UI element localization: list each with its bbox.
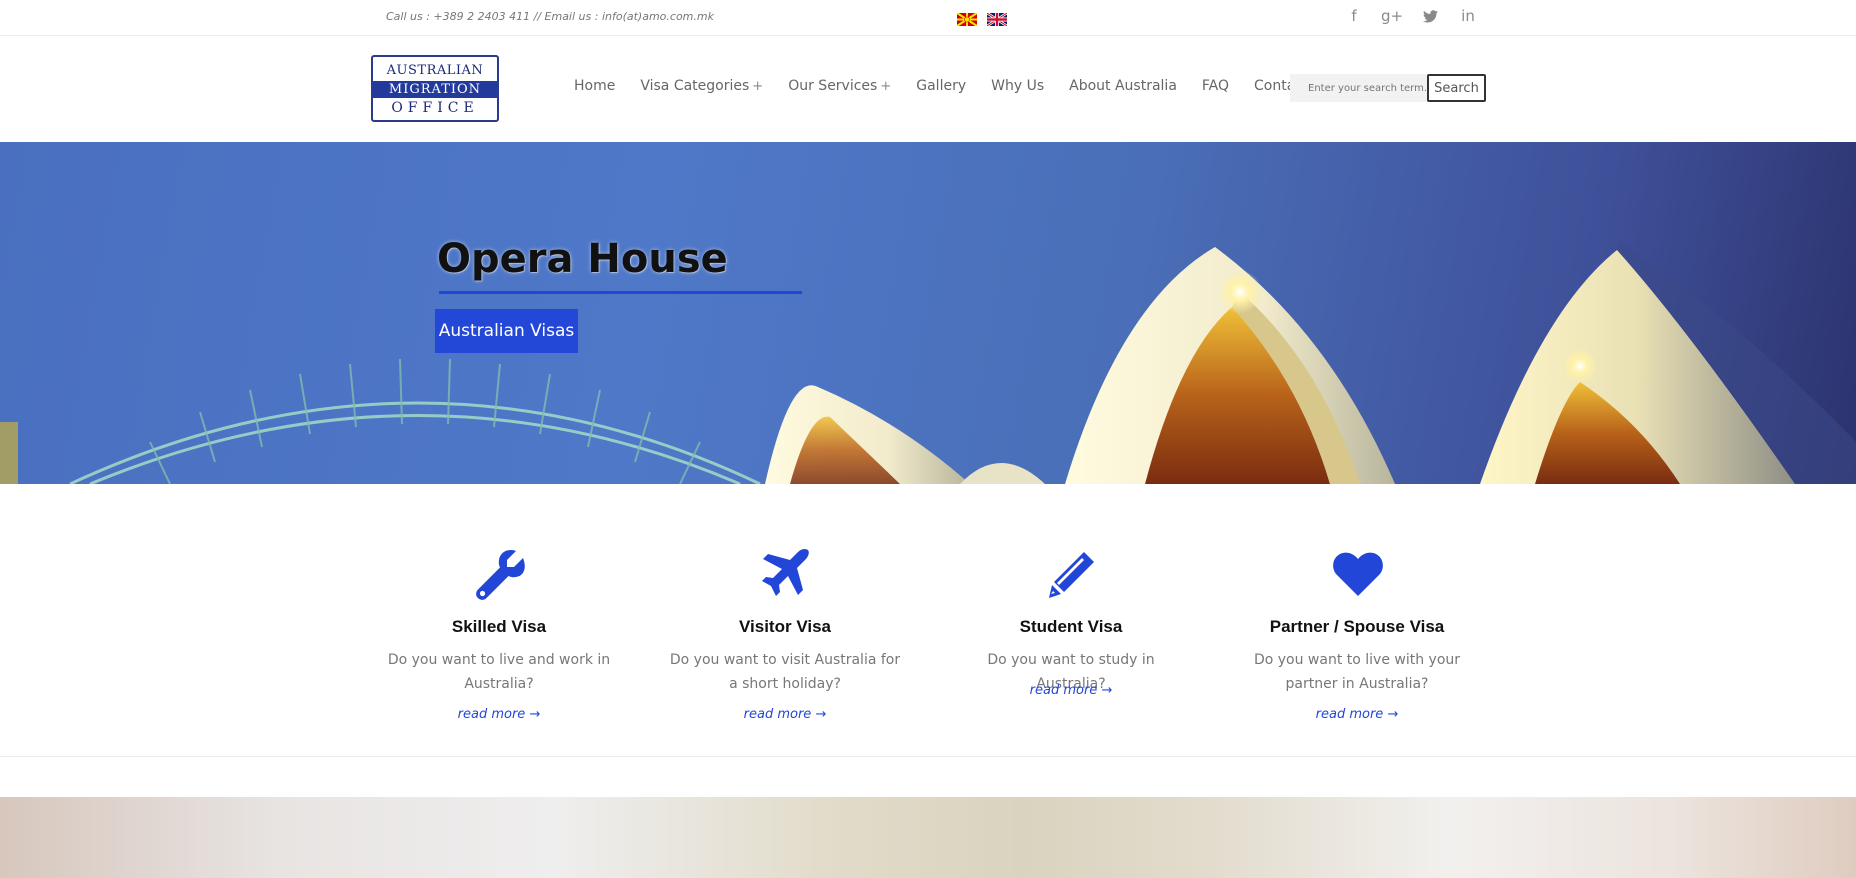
read-more-link[interactable]: read more → — [645, 707, 925, 722]
pencil-icon — [1049, 552, 1094, 598]
macedonia-flag-icon[interactable] — [957, 13, 977, 26]
logo-line-1: AUSTRALIAN — [386, 63, 484, 78]
twitter-icon[interactable] — [1421, 7, 1439, 25]
nav-about-australia[interactable]: About Australia — [1069, 78, 1177, 94]
plus-icon: + — [880, 79, 892, 94]
top-bar: Call us : +389 2 2403 411 // Email us : … — [0, 0, 1856, 36]
linkedin-icon[interactable]: in — [1459, 7, 1477, 25]
nav-our-services[interactable]: Our Services + — [788, 78, 891, 94]
plane-icon — [762, 548, 809, 596]
main-nav: Home Visa Categories + Our Services + Gall… — [574, 78, 1356, 94]
nav-home[interactable]: Home — [574, 78, 615, 94]
feature-text: Do you want to live with your partner in… — [1253, 652, 1461, 692]
read-more-link[interactable]: read more → — [359, 707, 639, 722]
nav-label: Why Us — [991, 78, 1045, 94]
feature-title: Skilled Visa — [451, 617, 547, 636]
contact-info: Call us : +389 2 2403 411 // Email us : … — [386, 10, 714, 23]
feature-title: Visitor Visa — [739, 617, 831, 636]
social-links: f g+ in — [1345, 7, 1477, 25]
search-input[interactable] — [1290, 74, 1430, 102]
feature-title: Partner / Spouse Visa — [1269, 617, 1445, 636]
wrench-icon — [476, 550, 525, 600]
site-header: AUSTRALIAN MIGRATION OFFICE Home Visa Ca… — [0, 36, 1856, 142]
hero-slider: Opera House Australian Visas — [0, 142, 1856, 484]
nav-label: Visa Categories — [640, 78, 750, 94]
hero-title: Opera House — [437, 236, 728, 282]
heart-icon — [1333, 552, 1383, 596]
nav-why-us[interactable]: Why Us — [991, 78, 1044, 94]
facebook-icon[interactable]: f — [1345, 7, 1363, 25]
read-more-link[interactable]: read more → — [931, 683, 1211, 698]
feature-text: Do you want to visit Australia for a sho… — [669, 652, 901, 692]
logo-line-3: OFFICE — [391, 100, 479, 116]
nav-visa-categories[interactable]: Visa Categories + — [640, 78, 763, 94]
australian-visas-button[interactable]: Australian Visas — [435, 309, 578, 353]
feature-title: Student Visa — [1019, 617, 1123, 636]
google-plus-icon[interactable]: g+ — [1381, 7, 1403, 25]
search-button[interactable]: Search — [1427, 74, 1486, 102]
background-image-section — [0, 797, 1856, 878]
feature-text: Do you want to live and work in Australi… — [387, 652, 611, 692]
hero-underline — [439, 291, 802, 294]
nav-label: Home — [574, 78, 616, 94]
nav-faq[interactable]: FAQ — [1202, 78, 1229, 94]
language-switcher — [957, 13, 1007, 26]
opera-house-illustration — [0, 242, 1856, 484]
logo-line-2: MIGRATION — [388, 82, 482, 97]
nav-label: About Australia — [1069, 78, 1177, 94]
read-more-link[interactable]: read more → — [1217, 707, 1497, 722]
uk-flag-icon[interactable] — [987, 13, 1007, 26]
nav-label: Gallery — [916, 78, 967, 94]
visa-features: Skilled Visa Do you want to live and wor… — [0, 484, 1856, 757]
nav-gallery[interactable]: Gallery — [916, 78, 966, 94]
nav-label: FAQ — [1201, 78, 1230, 94]
search-form: Search — [1290, 74, 1486, 102]
site-logo[interactable]: AUSTRALIAN MIGRATION OFFICE — [371, 55, 499, 122]
nav-label: Our Services — [788, 78, 878, 94]
plus-icon: + — [752, 79, 764, 94]
